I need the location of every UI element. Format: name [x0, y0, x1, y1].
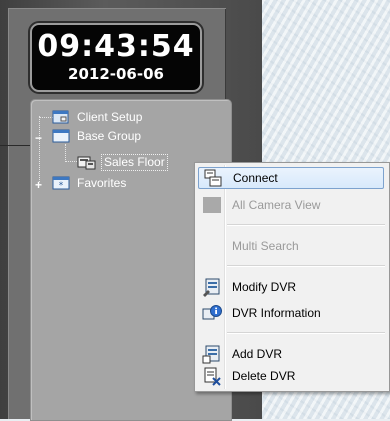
connect-icon	[203, 168, 223, 188]
tree-item-label: Favorites	[77, 175, 127, 190]
tree-item-base-group[interactable]: Base Group	[51, 127, 143, 145]
group-icon	[51, 128, 71, 144]
menu-item-connect[interactable]: Connect	[198, 167, 384, 189]
menu-item-label: DVR Information	[232, 306, 321, 320]
dvr-information-icon	[202, 303, 222, 323]
menu-item-label: Multi Search	[232, 239, 299, 253]
menu-separator	[227, 332, 385, 334]
tree-item-sales-floor[interactable]: Sales Floor	[77, 153, 168, 171]
svg-text:*: *	[59, 181, 64, 191]
clock-date: 2012-06-06	[68, 65, 164, 83]
menu-item-delete-dvr[interactable]: Delete DVR	[198, 365, 384, 387]
tree-item-label: Client Setup	[77, 109, 143, 124]
menu-separator	[227, 265, 385, 267]
favorites-icon: *	[51, 175, 71, 191]
tree-line	[39, 116, 40, 182]
add-dvr-icon	[202, 344, 222, 364]
modify-dvr-icon	[202, 277, 222, 297]
dvr-icon	[77, 154, 97, 170]
clock-time: 09:43:54	[37, 29, 195, 64]
tree-line	[65, 144, 66, 162]
menu-item-label: Add DVR	[232, 347, 283, 361]
tree-item-label: Base Group	[77, 128, 142, 143]
camera-view-icon	[202, 195, 222, 215]
menu-item-label: Delete DVR	[232, 369, 296, 383]
expand-toggle[interactable]: +	[34, 179, 43, 191]
clock-display: 09:43:54 2012-06-06	[30, 23, 202, 92]
menu-item-dvr-information[interactable]: DVR Information	[198, 302, 384, 324]
delete-dvr-icon	[202, 366, 222, 386]
collapse-toggle[interactable]: −	[34, 132, 43, 144]
menu-item-modify-dvr[interactable]: Modify DVR	[198, 276, 384, 298]
client-setup-icon	[51, 109, 71, 125]
menu-item-add-dvr[interactable]: Add DVR	[198, 343, 384, 365]
menu-separator	[227, 224, 385, 226]
tree-item-label: Sales Floor	[101, 153, 168, 171]
menu-item-all-camera-view[interactable]: All Camera View	[198, 194, 384, 216]
tree-item-client-setup[interactable]: Client Setup	[51, 108, 144, 126]
context-menu: Connect All Camera View Multi Search Mod…	[194, 162, 390, 392]
menu-item-label: Connect	[233, 171, 278, 185]
menu-item-label: Modify DVR	[232, 280, 297, 294]
menu-item-multi-search[interactable]: Multi Search	[198, 235, 384, 257]
menu-item-label: All Camera View	[232, 198, 321, 212]
tree-item-favorites[interactable]: * Favorites	[51, 174, 128, 192]
